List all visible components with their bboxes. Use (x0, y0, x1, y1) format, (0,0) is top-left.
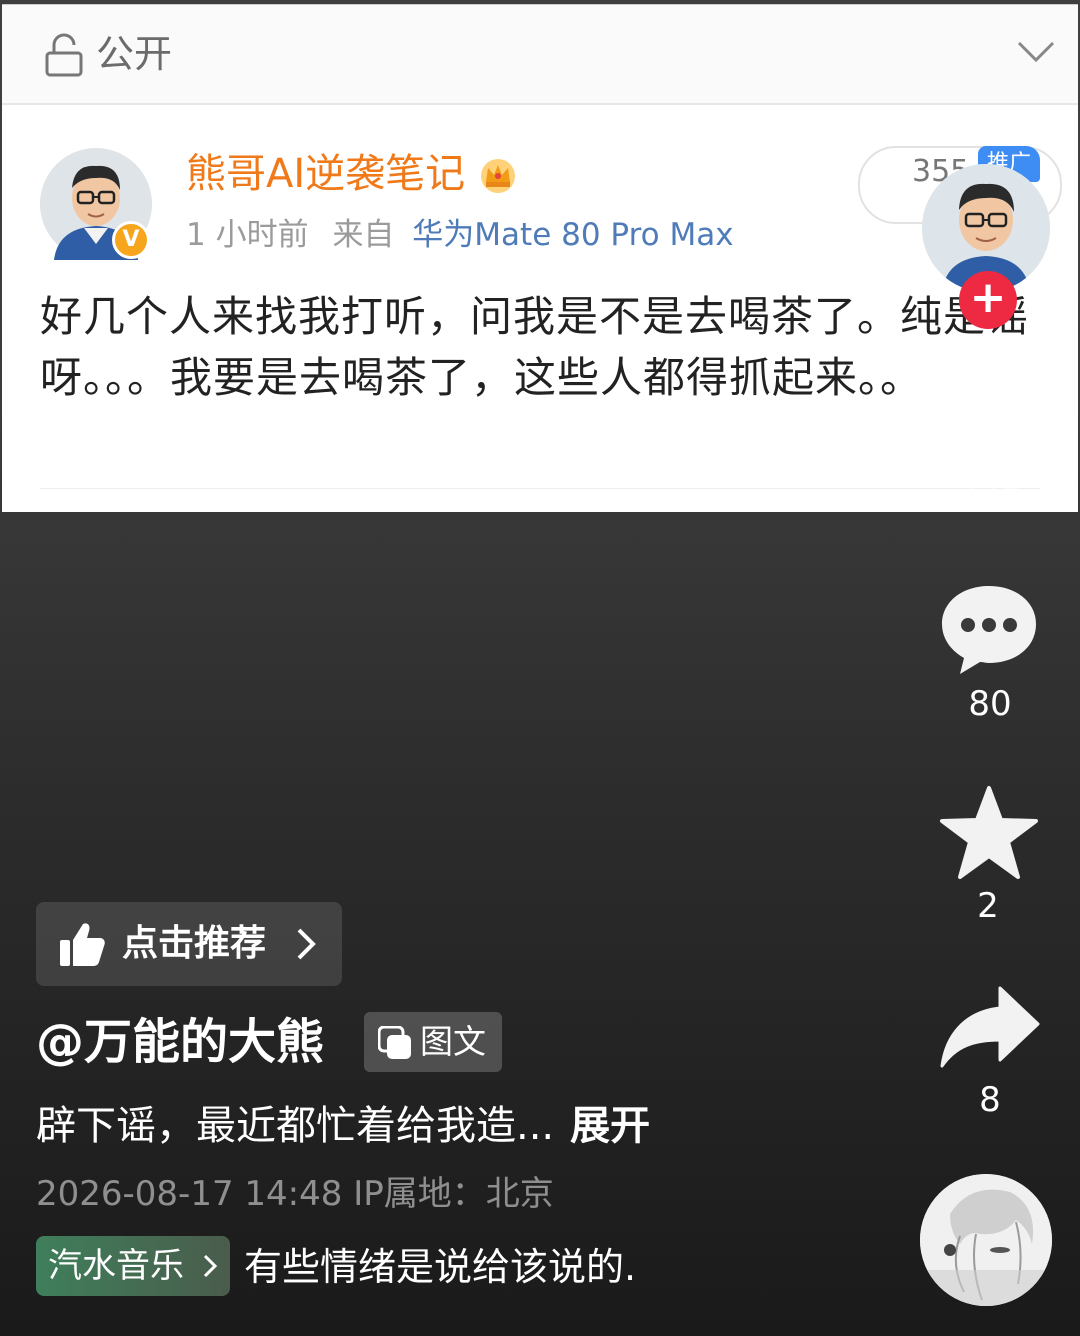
image-text-icon (378, 1026, 411, 1059)
card-divider (40, 488, 1040, 489)
recommend-button[interactable]: 点击推荐 (36, 902, 342, 986)
recommend-label: 点击推荐 (122, 923, 267, 964)
music-app-label: 汽水音乐 (48, 1246, 184, 1286)
music-app-tag[interactable]: 汽水音乐 (36, 1236, 230, 1296)
post-type-tag: 图文 (364, 1012, 502, 1072)
verified-badge: V (112, 221, 150, 259)
post-from-label: 来自 (332, 217, 395, 253)
visibility-bar[interactable]: 公开 (2, 5, 1078, 105)
chevron-right-icon (297, 928, 316, 960)
visibility-label: 公开 (96, 32, 173, 76)
post-body-text: 好几个人来找我打听，问我是不是去喝茶了。纯是谣呀。。。我要是去喝茶了，这些人都得… (40, 292, 1030, 402)
star-icon[interactable] (938, 784, 1040, 882)
share-icon[interactable] (938, 984, 1042, 1070)
poster-name[interactable]: @万能的大熊 (36, 1012, 324, 1072)
comment-count: 80 (968, 684, 1012, 724)
music-title[interactable]: 有些情绪是说给该说的. (244, 1240, 636, 1294)
embedded-post-card: 公开 (2, 4, 1078, 512)
post-device[interactable]: 华为Mate 80 Pro Max (412, 217, 733, 253)
author-name[interactable]: 熊哥AI逆袭笔记 (186, 150, 465, 198)
caption-text: 辟下谣，最近都忙着给我造... (36, 1103, 555, 1149)
heart-icon[interactable] (938, 380, 1042, 476)
music-cover-illustration (920, 1174, 1052, 1306)
music-disc[interactable] (920, 1174, 1052, 1306)
post-time: 1 小时前 (186, 217, 309, 253)
share-count: 8 (979, 1080, 1001, 1120)
comment-icon[interactable] (938, 582, 1040, 676)
thumbs-up-icon (60, 923, 105, 966)
chevron-right-icon (203, 1254, 218, 1278)
follow-plus-button[interactable]: + (959, 271, 1017, 329)
expand-link[interactable]: 展开 (570, 1103, 650, 1149)
post-timestamp: 2026-08-17 14:48 IP属地：北京 (36, 1174, 554, 1214)
post-meta: 1 小时前 来自 华为Mate 80 Pro Max (186, 215, 734, 255)
unlock-icon (45, 33, 83, 77)
crown-icon (481, 159, 515, 193)
chevron-down-icon[interactable] (1016, 37, 1056, 67)
caption: 辟下谣，最近都忙着给我造... 展开 (36, 1098, 650, 1154)
post-type-label: 图文 (420, 1022, 486, 1061)
like-count: 447 (959, 482, 1021, 520)
favorite-count: 2 (977, 886, 999, 926)
